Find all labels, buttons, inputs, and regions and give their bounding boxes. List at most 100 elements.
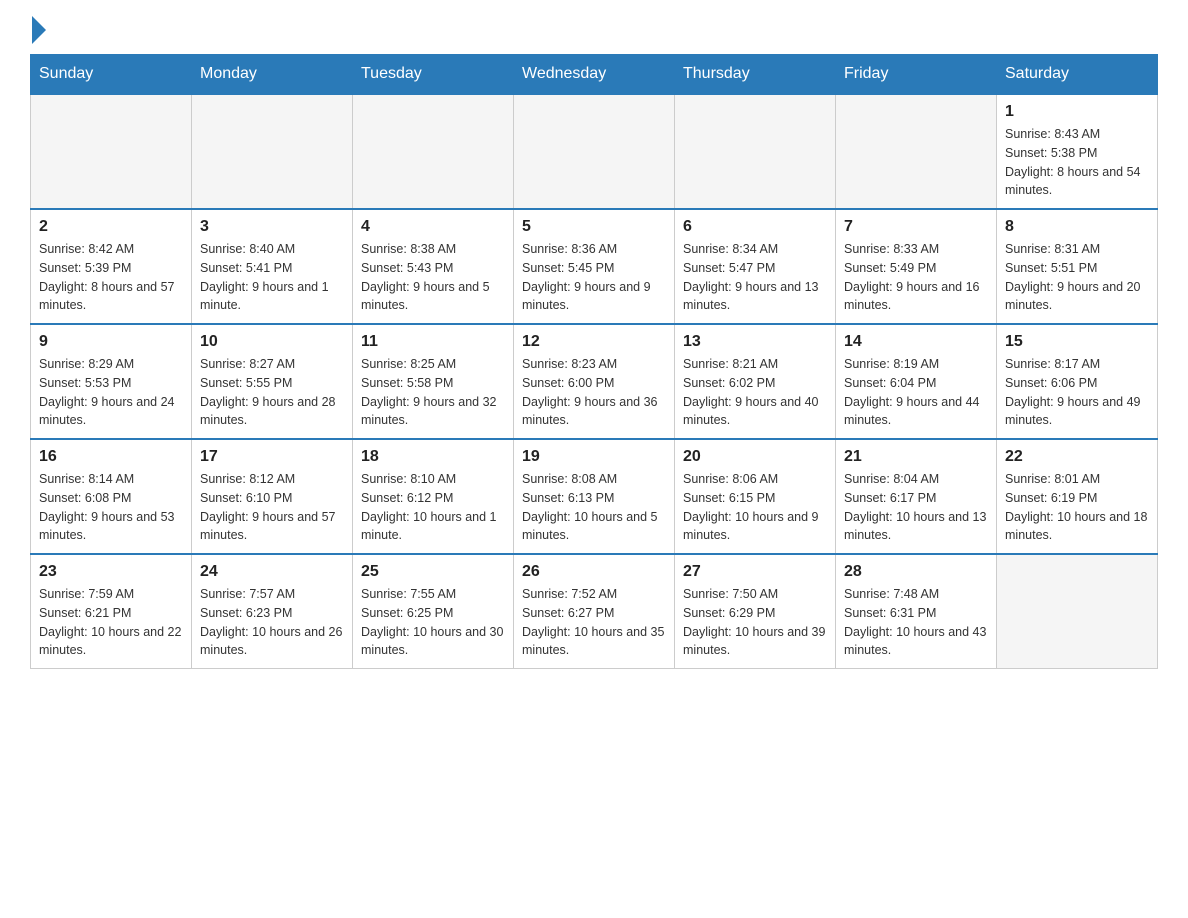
day-info: Sunrise: 8:25 AMSunset: 5:58 PMDaylight:… (361, 355, 505, 430)
day-number: 9 (39, 333, 183, 351)
day-info: Sunrise: 8:43 AMSunset: 5:38 PMDaylight:… (1005, 125, 1149, 200)
day-number: 6 (683, 218, 827, 236)
weekday-header-sunday: Sunday (31, 55, 192, 95)
calendar-week-row: 9 Sunrise: 8:29 AMSunset: 5:53 PMDaylight… (31, 324, 1158, 439)
day-number: 3 (200, 218, 344, 236)
calendar-cell: 25 Sunrise: 7:55 AMSunset: 6:25 PMDayligh… (353, 554, 514, 669)
day-number: 15 (1005, 333, 1149, 351)
day-info: Sunrise: 7:59 AMSunset: 6:21 PMDaylight:… (39, 585, 183, 660)
calendar-cell: 17 Sunrise: 8:12 AMSunset: 6:10 PMDayligh… (192, 439, 353, 554)
calendar-cell: 11 Sunrise: 8:25 AMSunset: 5:58 PMDayligh… (353, 324, 514, 439)
day-info: Sunrise: 7:48 AMSunset: 6:31 PMDaylight:… (844, 585, 988, 660)
calendar-cell: 12Sunrise: 8:23 AMSunset: 6:00 PMDayligh… (514, 324, 675, 439)
calendar-week-row: 16 Sunrise: 8:14 AMSunset: 6:08 PMDayligh… (31, 439, 1158, 554)
weekday-header-saturday: Saturday (997, 55, 1158, 95)
day-number: 1 (1005, 103, 1149, 121)
calendar-cell (675, 94, 836, 209)
calendar-cell: 3 Sunrise: 8:40 AMSunset: 5:41 PMDaylight… (192, 209, 353, 324)
day-number: 5 (522, 218, 666, 236)
calendar-cell: 5 Sunrise: 8:36 AMSunset: 5:45 PMDaylight… (514, 209, 675, 324)
day-info: Sunrise: 8:06 AMSunset: 6:15 PMDaylight:… (683, 470, 827, 545)
day-number: 27 (683, 563, 827, 581)
day-info: Sunrise: 8:34 AMSunset: 5:47 PMDaylight:… (683, 240, 827, 315)
calendar-cell: 15 Sunrise: 8:17 AMSunset: 6:06 PMDayligh… (997, 324, 1158, 439)
day-info: Sunrise: 8:40 AMSunset: 5:41 PMDaylight:… (200, 240, 344, 315)
day-number: 23 (39, 563, 183, 581)
calendar-cell (353, 94, 514, 209)
day-number: 28 (844, 563, 988, 581)
calendar-cell: 2 Sunrise: 8:42 AMSunset: 5:39 PMDaylight… (31, 209, 192, 324)
day-number: 25 (361, 563, 505, 581)
weekday-header-monday: Monday (192, 55, 353, 95)
day-number: 16 (39, 448, 183, 466)
day-number: 14 (844, 333, 988, 351)
day-info: Sunrise: 8:17 AMSunset: 6:06 PMDaylight:… (1005, 355, 1149, 430)
day-number: 22 (1005, 448, 1149, 466)
calendar-cell: 4 Sunrise: 8:38 AMSunset: 5:43 PMDaylight… (353, 209, 514, 324)
day-number: 17 (200, 448, 344, 466)
calendar-cell (31, 94, 192, 209)
day-info: Sunrise: 8:21 AMSunset: 6:02 PMDaylight:… (683, 355, 827, 430)
logo-arrow-icon (32, 16, 46, 44)
calendar-week-row: 23 Sunrise: 7:59 AMSunset: 6:21 PMDayligh… (31, 554, 1158, 669)
weekday-header-friday: Friday (836, 55, 997, 95)
day-number: 10 (200, 333, 344, 351)
page-header (30, 20, 1158, 44)
calendar-cell: 21 Sunrise: 8:04 AMSunset: 6:17 PMDayligh… (836, 439, 997, 554)
day-number: 20 (683, 448, 827, 466)
calendar-cell: 18 Sunrise: 8:10 AMSunset: 6:12 PMDayligh… (353, 439, 514, 554)
calendar-cell: 8 Sunrise: 8:31 AMSunset: 5:51 PMDaylight… (997, 209, 1158, 324)
calendar-cell: 10 Sunrise: 8:27 AMSunset: 5:55 PMDayligh… (192, 324, 353, 439)
calendar-cell: 9 Sunrise: 8:29 AMSunset: 5:53 PMDaylight… (31, 324, 192, 439)
day-info: Sunrise: 8:38 AMSunset: 5:43 PMDaylight:… (361, 240, 505, 315)
day-number: 11 (361, 333, 505, 351)
calendar-cell: 23 Sunrise: 7:59 AMSunset: 6:21 PMDayligh… (31, 554, 192, 669)
calendar-cell (836, 94, 997, 209)
calendar-cell: 20 Sunrise: 8:06 AMSunset: 6:15 PMDayligh… (675, 439, 836, 554)
calendar-cell: 27 Sunrise: 7:50 AMSunset: 6:29 PMDayligh… (675, 554, 836, 669)
day-number: 12 (522, 333, 666, 351)
day-info: Sunrise: 8:14 AMSunset: 6:08 PMDaylight:… (39, 470, 183, 545)
day-number: 2 (39, 218, 183, 236)
weekday-header-wednesday: Wednesday (514, 55, 675, 95)
calendar-table: SundayMondayTuesdayWednesdayThursdayFrid… (30, 54, 1158, 669)
day-info: Sunrise: 8:42 AMSunset: 5:39 PMDaylight:… (39, 240, 183, 315)
day-number: 24 (200, 563, 344, 581)
weekday-header-tuesday: Tuesday (353, 55, 514, 95)
day-info: Sunrise: 8:12 AMSunset: 6:10 PMDaylight:… (200, 470, 344, 545)
day-info: Sunrise: 8:31 AMSunset: 5:51 PMDaylight:… (1005, 240, 1149, 315)
day-info: Sunrise: 8:10 AMSunset: 6:12 PMDaylight:… (361, 470, 505, 545)
calendar-cell: 14 Sunrise: 8:19 AMSunset: 6:04 PMDayligh… (836, 324, 997, 439)
logo (30, 20, 46, 44)
day-info: Sunrise: 8:01 AMSunset: 6:19 PMDaylight:… (1005, 470, 1149, 545)
calendar-week-row: 1 Sunrise: 8:43 AMSunset: 5:38 PMDaylight… (31, 94, 1158, 209)
day-number: 21 (844, 448, 988, 466)
day-info: Sunrise: 8:04 AMSunset: 6:17 PMDaylight:… (844, 470, 988, 545)
day-info: Sunrise: 8:08 AMSunset: 6:13 PMDaylight:… (522, 470, 666, 545)
calendar-cell: 26 Sunrise: 7:52 AMSunset: 6:27 PMDayligh… (514, 554, 675, 669)
day-number: 19 (522, 448, 666, 466)
day-info: Sunrise: 7:55 AMSunset: 6:25 PMDaylight:… (361, 585, 505, 660)
calendar-cell: 22 Sunrise: 8:01 AMSunset: 6:19 PMDayligh… (997, 439, 1158, 554)
calendar-cell (192, 94, 353, 209)
day-number: 8 (1005, 218, 1149, 236)
day-info: Sunrise: 8:36 AMSunset: 5:45 PMDaylight:… (522, 240, 666, 315)
calendar-cell (997, 554, 1158, 669)
calendar-cell: 13 Sunrise: 8:21 AMSunset: 6:02 PMDayligh… (675, 324, 836, 439)
calendar-cell (514, 94, 675, 209)
day-number: 4 (361, 218, 505, 236)
day-number: 18 (361, 448, 505, 466)
day-info: Sunrise: 7:50 AMSunset: 6:29 PMDaylight:… (683, 585, 827, 660)
calendar-cell: 16 Sunrise: 8:14 AMSunset: 6:08 PMDayligh… (31, 439, 192, 554)
day-number: 13 (683, 333, 827, 351)
day-info: Sunrise: 7:52 AMSunset: 6:27 PMDaylight:… (522, 585, 666, 660)
calendar-header-row: SundayMondayTuesdayWednesdayThursdayFrid… (31, 55, 1158, 95)
day-info: Sunrise: 8:27 AMSunset: 5:55 PMDaylight:… (200, 355, 344, 430)
calendar-cell: 24Sunrise: 7:57 AMSunset: 6:23 PMDayligh… (192, 554, 353, 669)
day-info: Sunrise: 8:29 AMSunset: 5:53 PMDaylight:… (39, 355, 183, 430)
day-number: 26 (522, 563, 666, 581)
day-info: Sunrise: 8:33 AMSunset: 5:49 PMDaylight:… (844, 240, 988, 315)
calendar-cell: 6 Sunrise: 8:34 AMSunset: 5:47 PMDaylight… (675, 209, 836, 324)
weekday-header-thursday: Thursday (675, 55, 836, 95)
day-info: Sunrise: 8:19 AMSunset: 6:04 PMDaylight:… (844, 355, 988, 430)
